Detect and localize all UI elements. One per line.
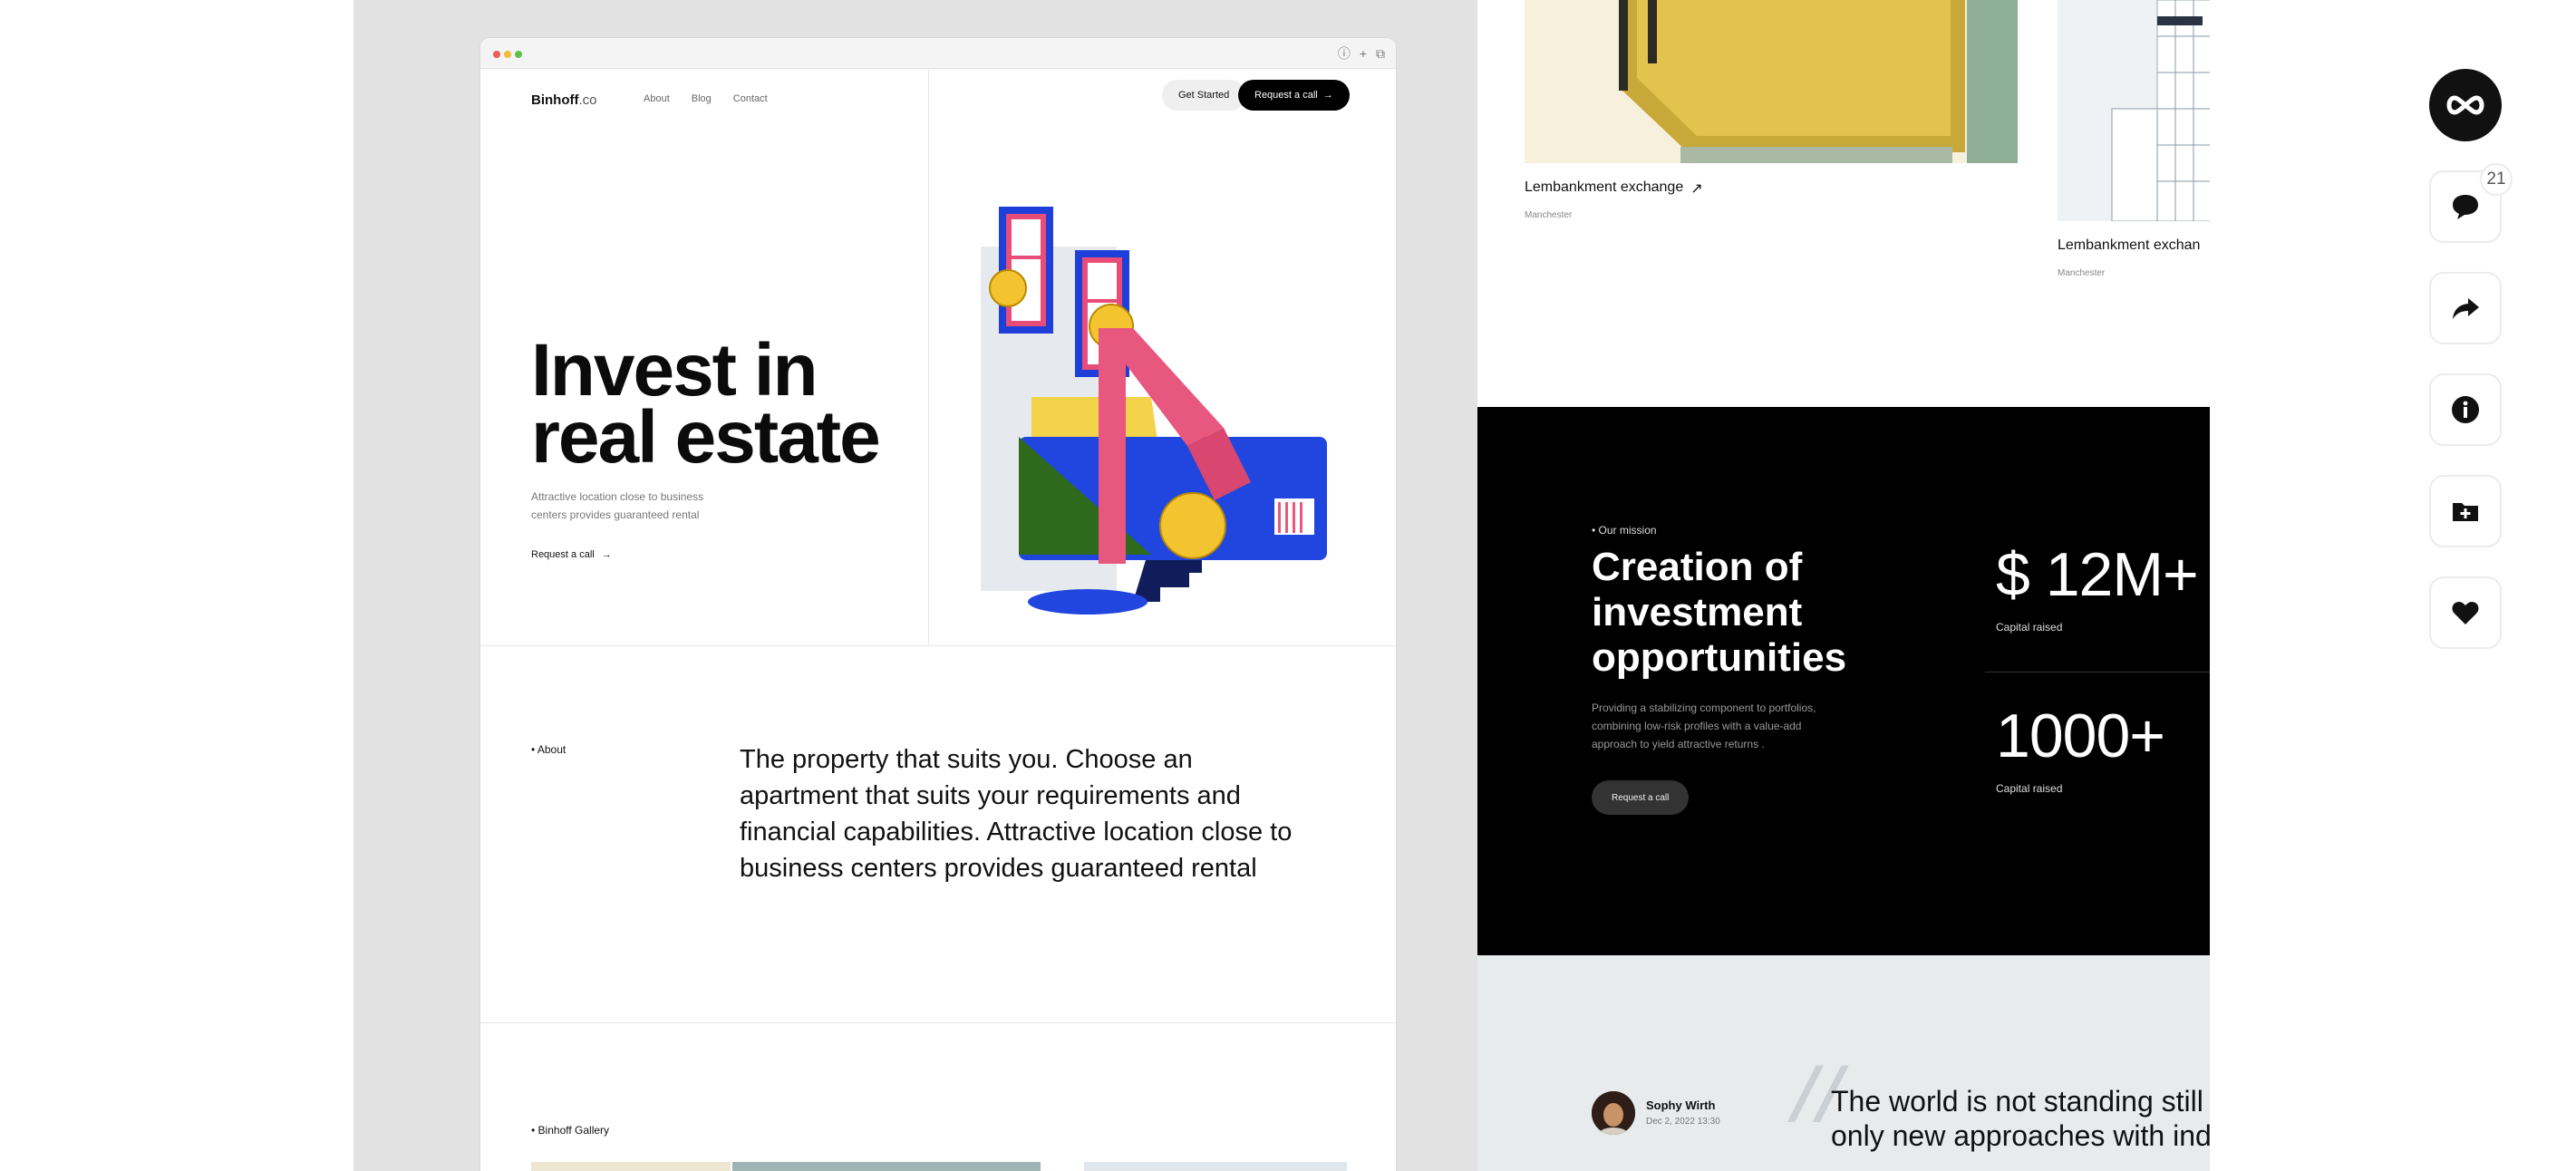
author-date: Dec 2, 2022 13:30 bbox=[1646, 1117, 1720, 1127]
listing-city: Manchester bbox=[2058, 268, 2106, 278]
hero-request-link[interactable]: Request a call → bbox=[531, 549, 612, 560]
add-folder-icon bbox=[2453, 503, 2478, 521]
info-icon bbox=[2452, 396, 2479, 423]
mission-request-button[interactable]: Request a call bbox=[1592, 780, 1690, 815]
nav-about-link[interactable]: About bbox=[644, 93, 670, 104]
stat-label: Capital raised bbox=[1996, 782, 2063, 795]
comment-count-badge: 21 bbox=[2480, 163, 2513, 196]
get-started-button[interactable]: Get Started bbox=[1162, 80, 1246, 111]
browser-toolbar: ⓘ + ⧉ bbox=[480, 38, 1396, 69]
close-dot bbox=[493, 51, 500, 58]
gallery-image[interactable] bbox=[531, 1162, 731, 1171]
share-icon bbox=[2453, 298, 2479, 319]
about-label: • About bbox=[531, 743, 567, 756]
about-text: The property that suits you. Choose an a… bbox=[740, 745, 1293, 883]
minimize-dot bbox=[504, 51, 511, 58]
listing-title[interactable]: Lembankment exchange ↗ bbox=[1525, 179, 1703, 198]
section-divider bbox=[480, 645, 1396, 646]
maximize-dot bbox=[515, 51, 522, 58]
plus-icon: + bbox=[1359, 46, 1367, 61]
mission-label: • Our mission bbox=[1592, 524, 1657, 537]
hero-subtitle: Attractive location close to business ce… bbox=[531, 490, 704, 521]
stat-divider bbox=[1985, 672, 2210, 673]
request-call-button[interactable]: Request a call → bbox=[1238, 80, 1350, 111]
stat-label: Capital raised bbox=[1996, 621, 2063, 634]
stat-value: 1000+ bbox=[1996, 702, 2165, 770]
heart-icon bbox=[2452, 602, 2479, 624]
share-button[interactable] bbox=[2429, 272, 2502, 344]
arrow-right-icon: → bbox=[1322, 90, 1333, 101]
comment-icon bbox=[2453, 195, 2478, 219]
browser-mockup: ⓘ + ⧉ Binhoff.co About Blog Contact Get … bbox=[480, 38, 1396, 1171]
testimonial-section: Sophy Wirth Dec 2, 2022 13:30 // The wor… bbox=[1477, 955, 2210, 1171]
listing-photo[interactable] bbox=[1525, 0, 2018, 163]
tower-photo bbox=[2058, 0, 2210, 221]
hero-title: Invest in real estate bbox=[531, 329, 881, 479]
nav-contact-link[interactable]: Contact bbox=[733, 93, 768, 104]
add-to-collection-button[interactable] bbox=[2429, 475, 2502, 547]
listing-photo[interactable] bbox=[2058, 0, 2210, 221]
gallery-image[interactable] bbox=[732, 1162, 1041, 1171]
info-icon: ⓘ bbox=[1337, 46, 1351, 61]
mission-title: Creation of investment opportunities bbox=[1592, 545, 1847, 680]
hero-illustration bbox=[981, 207, 1327, 615]
stat-value: $ 12M+ bbox=[1996, 540, 2199, 609]
gallery-image[interactable] bbox=[1084, 1162, 1347, 1171]
shot-canvas: ⓘ + ⧉ Binhoff.co About Blog Contact Get … bbox=[353, 0, 2210, 1171]
arrow-right-icon: → bbox=[601, 549, 612, 560]
info-button[interactable] bbox=[2429, 373, 2502, 446]
mission-section: • Our mission Creation of investment opp… bbox=[1477, 407, 2210, 955]
brand-logo-icon[interactable] bbox=[2429, 69, 2502, 141]
testimonial-quote: The world is not standing still ar only … bbox=[1831, 1085, 2210, 1152]
avatar bbox=[1592, 1091, 1635, 1135]
nav-blog-link[interactable]: Blog bbox=[692, 93, 712, 104]
site-logo[interactable]: Binhoff.co bbox=[531, 92, 597, 108]
copy-icon: ⧉ bbox=[1376, 46, 1385, 61]
listing-title[interactable]: Lembankment exchan bbox=[2058, 237, 2200, 254]
gallery-label: • Binhoff Gallery bbox=[531, 1124, 610, 1137]
site-nav: About Blog Contact bbox=[644, 93, 768, 104]
mission-description: Providing a stabilizing component to por… bbox=[1592, 702, 1816, 750]
section-divider bbox=[480, 1022, 1396, 1023]
second-preview-panel: Lembankment exchange ↗ Manchester Lembank… bbox=[1477, 0, 2210, 1171]
building-photo bbox=[1525, 0, 2018, 163]
arrow-up-right-icon: ↗ bbox=[1690, 181, 1703, 197]
author-name: Sophy Wirth bbox=[1646, 1098, 1716, 1112]
like-button[interactable] bbox=[2429, 576, 2502, 649]
listing-city: Manchester bbox=[1525, 210, 1573, 220]
